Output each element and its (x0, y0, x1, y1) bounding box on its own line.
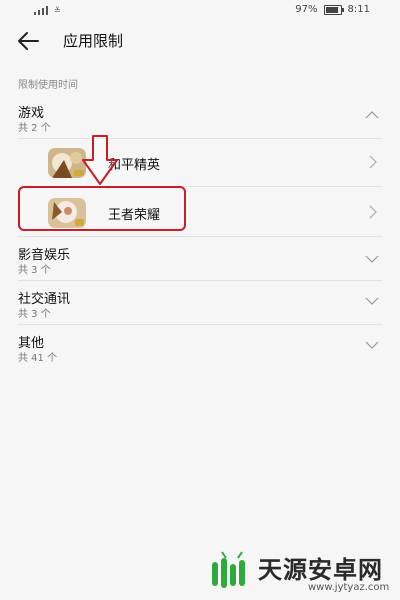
chevron-right-icon (369, 205, 377, 219)
chevron-down-icon (365, 297, 379, 305)
signal-bar (42, 8, 44, 15)
signal-indicator: ≚ (34, 6, 61, 15)
divider (18, 236, 382, 237)
divider (18, 280, 382, 281)
clock: 8:11 (347, 4, 370, 15)
back-button[interactable] (14, 28, 46, 54)
status-bar: ≚ 97% 8:11 (0, 0, 400, 22)
signal-bar (34, 12, 36, 15)
page-title: 应用限制 (63, 32, 124, 50)
section-label: 限制使用时间 (18, 80, 78, 91)
notification-icon: ≚ (54, 6, 61, 15)
highlight-box (18, 186, 186, 231)
category-count: 共 41 个 (18, 353, 58, 364)
battery-percent: 97% (295, 4, 318, 15)
battery-level (325, 6, 338, 13)
category-social[interactable]: 社交通讯 共 3 个 (0, 284, 400, 324)
signal-bar (38, 10, 40, 15)
watermark-url: www.jytyaz.com (308, 582, 390, 593)
chevron-up-icon (365, 111, 379, 119)
app-header: 应用限制 (0, 22, 400, 58)
battery-icon (323, 4, 344, 15)
divider (18, 324, 382, 325)
chevron-right-icon (369, 155, 377, 169)
chevron-down-icon (365, 341, 379, 349)
signal-bar (46, 6, 48, 15)
category-count: 共 3 个 (18, 309, 51, 320)
watermark: 天源安卓网 www.jytyaz.com (208, 548, 390, 598)
app-row-peace-elite[interactable]: 和平精英 (0, 138, 400, 186)
category-count: 共 3 个 (18, 265, 51, 276)
category-games[interactable]: 游戏 共 2 个 (0, 100, 400, 138)
down-arrow-annotation (82, 135, 118, 185)
back-arrow-icon (18, 32, 39, 50)
android-logo-icon (212, 551, 245, 588)
category-other[interactable]: 其他 共 41 个 (0, 328, 400, 368)
category-count: 共 2 个 (18, 123, 51, 134)
category-media[interactable]: 影音娱乐 共 3 个 (0, 240, 400, 280)
watermark-name: 天源安卓网 (258, 556, 383, 584)
chevron-down-icon (365, 255, 379, 263)
